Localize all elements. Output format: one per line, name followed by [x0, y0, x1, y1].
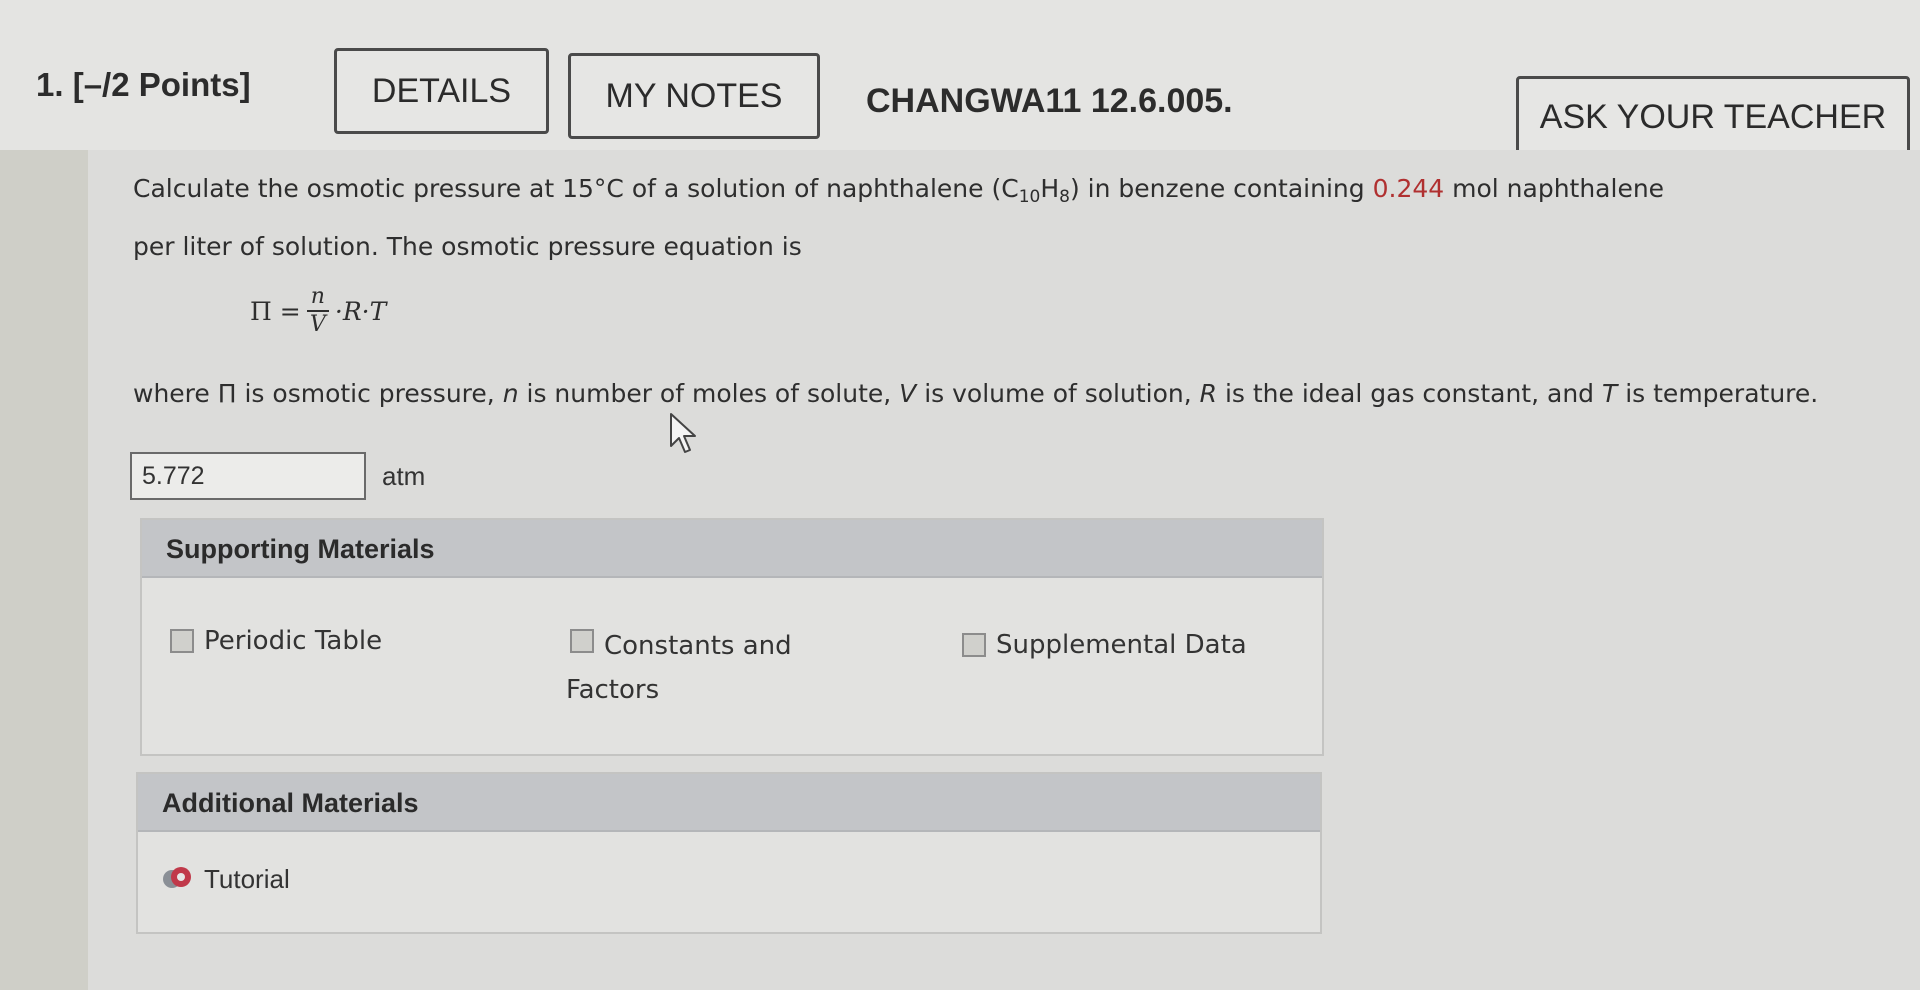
definition-text: is volume of solution, [916, 379, 1200, 408]
periodic-table-link[interactable]: Periodic Table [170, 626, 382, 656]
question-number-text: 1. [36, 66, 64, 103]
equation-lhs: Π = [250, 296, 301, 326]
question-number: 1. [–/2 Points] [36, 66, 251, 104]
osmotic-pressure-equation: Π = n V ·R·T [250, 286, 386, 336]
definition-text: is the ideal gas constant, and [1217, 379, 1602, 408]
page: 1. [–/2 Points] DETAILS MY NOTES CHANGWA… [0, 0, 1920, 990]
supplemental-data-label: Supplemental Data [996, 630, 1247, 660]
definition-text: is temperature. [1617, 379, 1819, 408]
periodic-table-label: Periodic Table [204, 626, 383, 656]
points-label: [–/2 Points] [72, 66, 251, 103]
left-gutter [0, 150, 88, 990]
constants-label: Constants and [604, 631, 792, 661]
fraction-numerator: n [306, 286, 329, 312]
tutorial-link[interactable]: Tutorial [160, 864, 290, 895]
details-button-label: DETAILS [371, 71, 512, 110]
definition-text: is number of moles of solute, [518, 379, 900, 408]
constants-and-factors-link[interactable]: Constants and Factors [566, 626, 870, 705]
answer-input[interactable] [130, 452, 366, 500]
tutorial-label: Tutorial [204, 864, 290, 894]
document-icon [570, 629, 594, 653]
mouse-pointer-icon [670, 413, 696, 453]
var-v: V [899, 379, 917, 408]
var-t: T [1601, 379, 1618, 408]
fraction-denominator: V [309, 312, 326, 337]
answer-unit: atm [382, 460, 426, 491]
additional-materials-title: Additional Materials [138, 774, 1320, 832]
hydrogen-symbol: H [1040, 174, 1060, 203]
additional-materials-panel: Additional Materials Tutorial [136, 772, 1322, 934]
definition-text: where Π is osmotic pressure, [133, 379, 503, 408]
question-text: Calculate the osmotic pressure at [133, 174, 563, 203]
answer-row: atm [130, 452, 425, 500]
temperature-value: 15°C [562, 174, 624, 203]
question-text: of a solution of naphthalene (C [623, 174, 1019, 203]
my-notes-button-label: MY NOTES [605, 76, 783, 115]
carbon-subscript: 10 [1018, 187, 1041, 207]
supporting-materials-panel: Supporting Materials Periodic Table Cons… [140, 518, 1324, 756]
var-r: R [1199, 379, 1218, 408]
n-over-v-fraction: n V [306, 286, 329, 337]
supporting-materials-title: Supporting Materials [142, 520, 1322, 578]
my-notes-button[interactable]: MY NOTES [568, 53, 820, 139]
ask-your-teacher-button[interactable]: ASK YOUR TEACHER [1516, 76, 1910, 158]
question-text: ) in benzene containing [1069, 174, 1373, 203]
question-header: 1. [–/2 Points] DETAILS MY NOTES CHANGWA… [0, 0, 1920, 158]
equation-rhs: ·R·T [334, 296, 387, 326]
variable-definitions: where Π is osmotic pressure, n is number… [133, 376, 1893, 412]
question-text-line-1: Calculate the osmotic pressure at 15°C o… [133, 174, 1893, 207]
document-icon [962, 633, 986, 657]
amount-value: 0.244 [1372, 174, 1445, 203]
factors-label: Factors [566, 675, 660, 705]
question-text-line-2: per liter of solution. The osmotic press… [133, 232, 802, 261]
hydrogen-subscript: 8 [1059, 187, 1070, 207]
var-n: n [502, 379, 519, 408]
ask-your-teacher-label: ASK YOUR TEACHER [1539, 97, 1887, 136]
question-id: CHANGWA11 12.6.005. [866, 82, 1233, 120]
question-text: mol naphthalene [1444, 174, 1665, 203]
details-button[interactable]: DETAILS [334, 48, 549, 134]
tutorial-icon [163, 867, 191, 888]
supplemental-data-link[interactable]: Supplemental Data [962, 630, 1247, 660]
document-icon [170, 629, 194, 653]
